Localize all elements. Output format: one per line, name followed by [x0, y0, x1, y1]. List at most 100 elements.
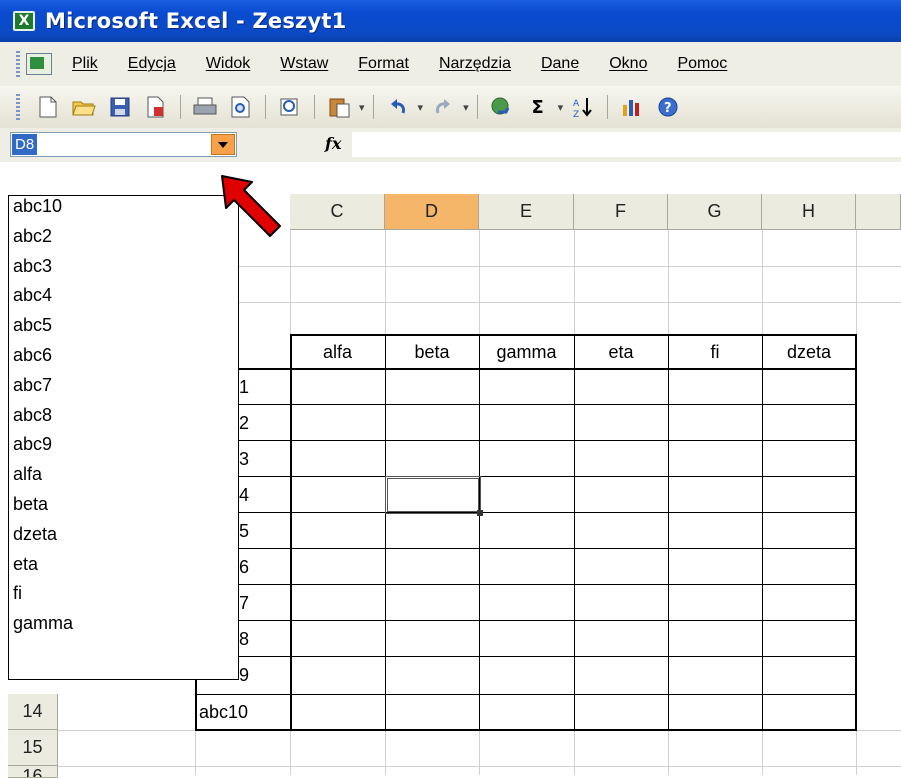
autosum-icon[interactable]: Σ [525, 94, 551, 120]
menu-edycja[interactable]: Edycja [128, 55, 176, 73]
redo-dropdown-arrow[interactable]: ▾ [463, 101, 469, 114]
new-document-icon[interactable] [35, 94, 61, 120]
name-box-dropdown-button[interactable] [211, 134, 235, 155]
standard-toolbar: ▾ ▾ ▾ Σ ▾ AZ ? [0, 86, 901, 129]
permission-icon[interactable] [143, 94, 169, 120]
menu-okno[interactable]: Okno [609, 55, 647, 73]
dropdown-item[interactable]: eta [9, 554, 238, 584]
research-icon[interactable] [277, 94, 303, 120]
paste-icon[interactable] [326, 94, 352, 120]
column-header-i[interactable] [856, 194, 901, 230]
column-header-d[interactable]: D [385, 194, 479, 230]
table-line [290, 656, 857, 657]
menu-format[interactable]: Format [358, 55, 409, 73]
dropdown-item[interactable]: alfa [9, 464, 238, 494]
svg-text:Z: Z [573, 110, 579, 118]
dropdown-item[interactable]: abc4 [9, 285, 238, 315]
dropdown-item[interactable]: abc5 [9, 315, 238, 345]
table-line [385, 334, 386, 730]
dropdown-item[interactable]: abc10 [9, 196, 238, 226]
undo-dropdown-arrow[interactable]: ▾ [418, 101, 424, 114]
dropdown-item[interactable]: abc2 [9, 226, 238, 256]
row-label-cell[interactable]: 3 [237, 442, 289, 476]
table-line [762, 334, 763, 730]
row-header-14[interactable]: 14 [8, 694, 58, 730]
table-line [290, 512, 857, 513]
menu-bar: Plik Edycja Widok Wstaw Format Narzędzia… [0, 42, 901, 87]
toolbar-grip-handle[interactable] [16, 94, 20, 120]
active-cell-d8[interactable] [385, 476, 481, 514]
menu-pomoc[interactable]: Pomoc [677, 55, 727, 73]
table-line [290, 584, 857, 585]
undo-icon[interactable] [385, 94, 411, 120]
row-label-cell[interactable]: 7 [237, 586, 289, 620]
name-box[interactable]: D8 [10, 132, 237, 157]
toolbar-separator [372, 95, 374, 119]
row-label-cell[interactable]: 6 [237, 550, 289, 584]
dropdown-item[interactable]: beta [9, 494, 238, 524]
dropdown-item[interactable]: fi [9, 583, 238, 613]
row-header-15[interactable]: 15 [8, 730, 58, 766]
row-label-cell[interactable]: 2 [237, 406, 289, 440]
autosum-dropdown-arrow[interactable]: ▾ [558, 101, 564, 114]
formula-input[interactable] [352, 132, 901, 157]
name-box-value[interactable]: D8 [12, 134, 38, 155]
formula-bar: D8 fx [0, 128, 901, 163]
table-header-cell[interactable]: beta [385, 334, 479, 370]
menu-dane[interactable]: Dane [541, 55, 579, 73]
table-header-cell[interactable]: fi [668, 334, 762, 370]
paste-dropdown-arrow[interactable]: ▾ [359, 101, 365, 114]
svg-text:A: A [573, 99, 580, 109]
name-box-dropdown-list[interactable]: abc10 abc2 abc3 abc4 abc5 abc6 abc7 abc8… [8, 195, 239, 680]
fill-handle[interactable] [477, 510, 483, 516]
row-label-cell[interactable]: 8 [237, 622, 289, 656]
chevron-down-icon [218, 141, 228, 148]
gridline [58, 766, 901, 767]
table-line [479, 334, 480, 730]
chart-wizard-icon[interactable] [619, 94, 645, 120]
dropdown-item[interactable]: abc7 [9, 375, 238, 405]
column-header-e[interactable]: E [479, 194, 574, 230]
dropdown-item[interactable]: abc3 [9, 256, 238, 286]
table-line [668, 334, 669, 730]
row-label-cell-abc10[interactable]: abc10 [197, 695, 289, 730]
menu-narzedzia[interactable]: Narzędzia [439, 55, 511, 73]
table-header-cell[interactable]: dzeta [762, 334, 856, 370]
toolbar-separator [265, 95, 266, 119]
excel-app-icon[interactable]: X [13, 11, 35, 31]
menu-plik[interactable]: Plik [72, 55, 98, 73]
dropdown-item[interactable]: abc9 [9, 434, 238, 464]
red-arrow-icon [221, 175, 281, 237]
dropdown-item[interactable]: dzeta [9, 524, 238, 554]
menu-widok[interactable]: Widok [206, 55, 250, 73]
table-line [290, 476, 857, 477]
sort-ascending-icon[interactable]: AZ [570, 94, 596, 120]
column-header-f[interactable]: F [574, 194, 668, 230]
column-header-g[interactable]: G [668, 194, 762, 230]
print-preview-icon[interactable] [228, 94, 254, 120]
menu-wstaw[interactable]: Wstaw [280, 55, 328, 73]
column-header-h[interactable]: H [762, 194, 856, 230]
table-header-cell[interactable]: gamma [479, 334, 574, 370]
fx-icon[interactable]: fx [325, 134, 341, 153]
open-folder-icon[interactable] [71, 94, 97, 120]
print-icon[interactable] [192, 94, 218, 120]
hyperlink-icon[interactable] [489, 94, 515, 120]
dropdown-item[interactable]: gamma [9, 613, 238, 643]
save-icon[interactable] [107, 94, 133, 120]
table-line [574, 334, 575, 730]
row-label-cell[interactable]: 4 [237, 478, 289, 512]
row-label-cell[interactable]: 9 [237, 658, 289, 692]
workbook-icon[interactable] [26, 53, 52, 75]
column-header-c[interactable]: C [290, 194, 385, 230]
row-header-16[interactable]: 16 [8, 766, 58, 778]
table-header-cell[interactable]: eta [574, 334, 668, 370]
dropdown-item[interactable]: abc6 [9, 345, 238, 375]
redo-icon[interactable] [430, 94, 456, 120]
row-label-cell[interactable]: 1 [237, 370, 289, 404]
dropdown-item[interactable]: abc8 [9, 405, 238, 435]
menu-grip-handle[interactable] [16, 51, 20, 77]
table-header-cell[interactable]: alfa [290, 334, 385, 370]
row-label-cell[interactable]: 5 [237, 514, 289, 548]
help-icon[interactable]: ? [655, 94, 681, 120]
